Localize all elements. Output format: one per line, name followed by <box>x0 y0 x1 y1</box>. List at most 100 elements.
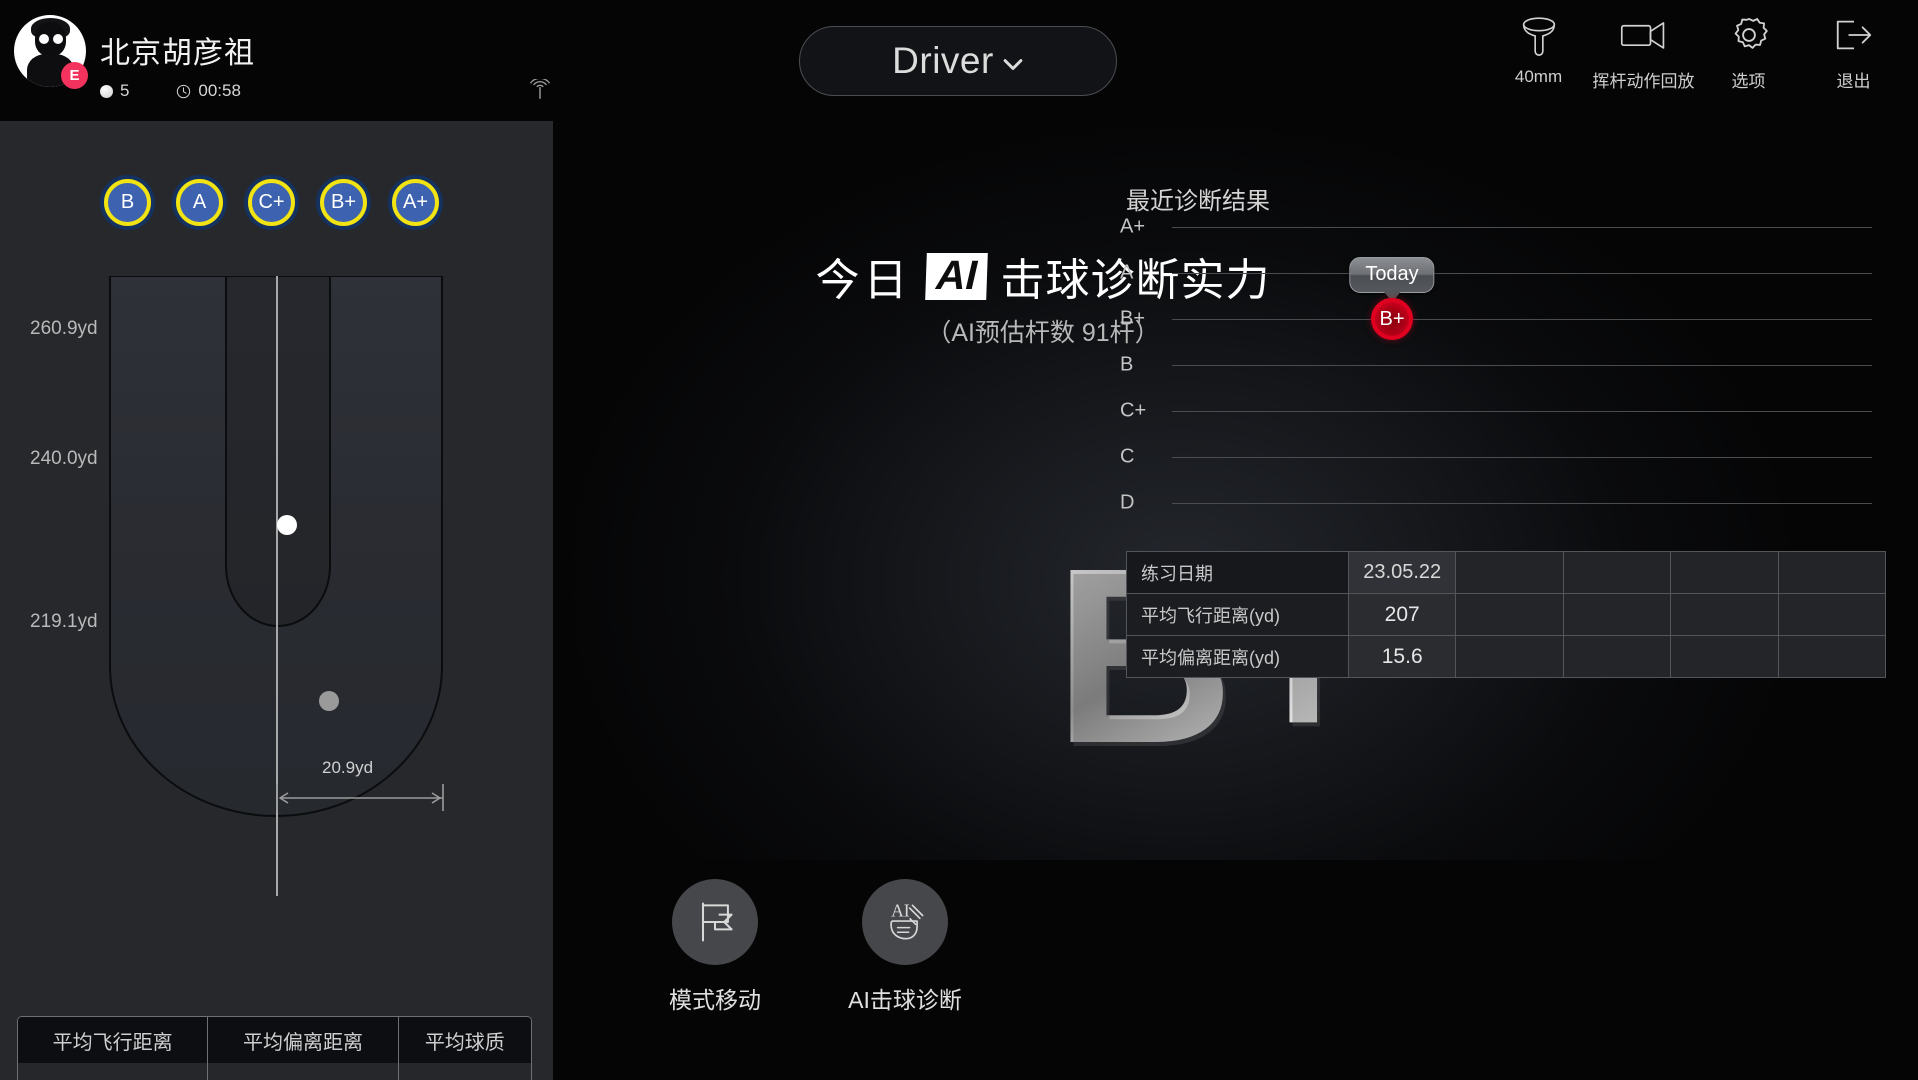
timer-value: 00:58 <box>198 81 241 100</box>
chart-gridline <box>1172 319 1872 320</box>
table-cell <box>1455 593 1564 636</box>
ai-club-icon: AI <box>862 879 948 965</box>
exit-label: 退出 <box>1836 72 1871 91</box>
svg-text:AI: AI <box>891 900 910 920</box>
grade-history-row: B A C+ B+ A+ <box>104 179 439 226</box>
table-cell: 23.05.22 <box>1347 551 1457 594</box>
ball-count: 5 <box>100 81 129 101</box>
ball-count-value: 5 <box>120 81 130 100</box>
grade-chip[interactable]: A <box>176 179 223 226</box>
flag-pin-icon <box>672 879 758 965</box>
chart-ytick: C <box>1120 445 1135 468</box>
recent-results-chart[interactable]: A+ A B+ B C+ C D Today B+ <box>1120 216 1880 546</box>
bottom-action-bar: 模式移动 AI AI击球诊断 <box>553 860 1918 1080</box>
shot-dispersion-view[interactable]: 260.9yd 240.0yd 219.1yd 20.9yd <box>0 275 553 896</box>
mode-move-button[interactable]: 模式移动 <box>640 879 790 1015</box>
golf-tee-icon <box>1516 12 1562 58</box>
table-cell <box>1562 551 1672 594</box>
options-label: 选项 <box>1731 72 1766 91</box>
right-panel: 最近诊断结果 A+ A B+ B C+ C D Today B+ 练习日期 23… <box>1120 121 1918 860</box>
tee-height-label: 40mm <box>1514 67 1563 86</box>
table-cell <box>1670 551 1779 594</box>
ai-diagnosis-label: AI击球诊断 <box>848 987 962 1013</box>
chevron-down-icon <box>1002 58 1024 72</box>
mode-move-label: 模式移动 <box>669 987 761 1013</box>
table-row: 平均偏离距离(yd) 15.6 <box>1126 635 1887 678</box>
today-tooltip: Today <box>1349 257 1435 293</box>
recent-results-title: 最近诊断结果 <box>1126 188 1270 215</box>
video-camera-icon <box>1619 12 1669 58</box>
table-cell <box>1562 635 1672 678</box>
table-row: 平均飞行距离(yd) 207 <box>1126 593 1887 636</box>
table-cell <box>1455 635 1564 678</box>
app-root: E 北京胡彦祖 5 00:58 Driver 40mm 挥杆动作回放 选项 退出… <box>0 0 1918 1080</box>
chart-ytick: A <box>1120 261 1134 284</box>
stat-header: 平均偏离距离 <box>208 1017 398 1063</box>
chart-ytick: D <box>1120 491 1135 514</box>
stat-header: 平均球质 <box>398 1017 531 1063</box>
club-selector[interactable]: Driver <box>799 26 1117 96</box>
stat-value: 207yd <box>18 1063 208 1080</box>
today-data-point[interactable]: B+ <box>1371 298 1413 340</box>
exit-door-icon <box>1832 12 1876 58</box>
stat-value: 15.7yd <box>208 1063 398 1080</box>
distance-label-mid: 240.0yd <box>30 448 98 469</box>
options-button[interactable]: 选项 <box>1696 12 1801 92</box>
table-cell <box>1777 551 1887 594</box>
page-title: 北京胡彦祖 <box>100 37 255 70</box>
left-panel: B A C+ B+ A+ 260.9yd 240.0yd 219.1yd 20.… <box>0 121 553 1080</box>
chart-ytick: C+ <box>1120 399 1147 422</box>
table-cell <box>1670 635 1779 678</box>
table-row: 练习日期 23.05.22 <box>1126 551 1887 594</box>
meta-row: 5 00:58 <box>100 81 241 103</box>
table-cell <box>1562 593 1672 636</box>
chart-gridline <box>1172 411 1872 412</box>
left-stats-table: 平均飞行距离 207yd 平均偏离距离 15.7yd 平均球质 直球 <box>17 1016 532 1080</box>
header-tools: 40mm 挥杆动作回放 选项 退出 <box>1486 12 1906 92</box>
stat-col-avg-offline: 平均偏离距离 15.7yd <box>208 1017 399 1080</box>
table-cell: 15.6 <box>1347 635 1457 678</box>
row-header: 练习日期 <box>1126 551 1349 594</box>
table-cell: 207 <box>1347 593 1457 636</box>
chart-gridline <box>1172 457 1872 458</box>
chart-ytick: B <box>1120 353 1134 376</box>
stat-col-avg-ball-quality: 平均球质 直球 <box>398 1017 531 1080</box>
dispersion-diagram <box>109 275 444 896</box>
ai-logo: AI <box>924 252 988 300</box>
ai-diagnosis-button[interactable]: AI AI击球诊断 <box>830 879 980 1015</box>
chart-ytick: A+ <box>1120 215 1146 238</box>
session-timer: 00:58 <box>176 81 241 101</box>
tee-height-button[interactable]: 40mm <box>1486 12 1591 92</box>
distance-label-near: 219.1yd <box>30 611 98 632</box>
table-cell <box>1670 593 1779 636</box>
avatar-eye-left <box>39 34 49 44</box>
stat-header: 平均飞行距离 <box>18 1017 208 1063</box>
chart-gridline <box>1172 227 1872 228</box>
action-buttons: 模式移动 AI AI击球诊断 <box>640 879 980 1015</box>
status-badge: E <box>61 62 88 89</box>
grade-chip[interactable]: A+ <box>392 179 439 226</box>
exit-button[interactable]: 退出 <box>1801 12 1906 92</box>
signal-antenna-icon <box>526 77 554 101</box>
swing-replay-button[interactable]: 挥杆动作回放 <box>1591 12 1696 92</box>
chart-gridline <box>1172 273 1872 274</box>
chart-gridline <box>1172 503 1872 504</box>
clock-icon <box>176 84 191 99</box>
grade-chip[interactable]: B <box>104 179 151 226</box>
grade-chip[interactable]: C+ <box>248 179 295 226</box>
golf-ball-icon <box>100 84 113 98</box>
swing-replay-label: 挥杆动作回放 <box>1592 72 1695 91</box>
row-header: 平均飞行距离(yd) <box>1126 593 1349 636</box>
table-cell <box>1455 551 1564 594</box>
practice-history-table: 练习日期 23.05.22 平均飞行距离(yd) 207 平均偏离距离(yd) … <box>1126 551 1887 678</box>
grade-chip[interactable]: B+ <box>320 179 367 226</box>
club-selector-label: Driver <box>892 40 994 81</box>
distance-label-far: 260.9yd <box>30 318 98 339</box>
ai-title-prefix: 今日 <box>815 256 912 305</box>
profile-block[interactable]: E 北京胡彦祖 5 00:58 <box>14 11 551 111</box>
chart-gridline <box>1172 365 1872 366</box>
chart-ytick: B+ <box>1120 307 1146 330</box>
table-cell <box>1777 593 1887 636</box>
avatar-eye-right <box>53 34 63 44</box>
header-bar: E 北京胡彦祖 5 00:58 Driver 40mm 挥杆动作回放 选项 退出 <box>0 0 1918 121</box>
